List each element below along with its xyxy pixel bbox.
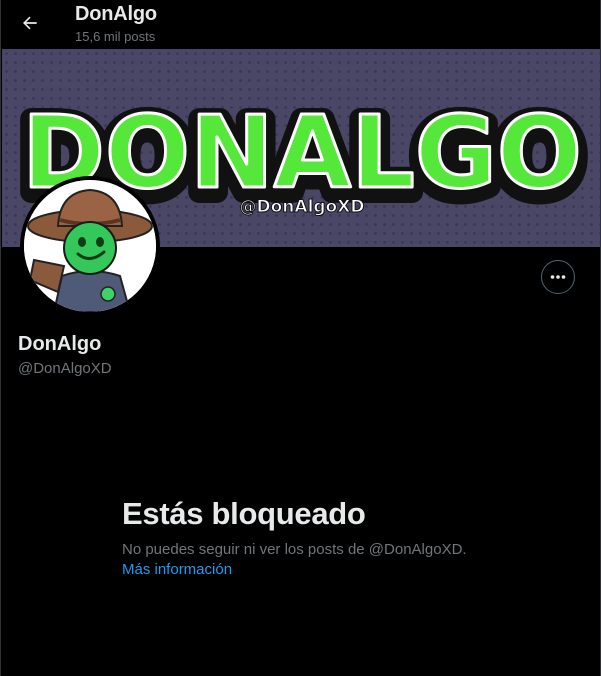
- more-info-link[interactable]: Más información: [122, 561, 232, 578]
- more-horizontal-icon: [550, 275, 566, 279]
- post-count: 15,6 mil posts: [75, 29, 156, 44]
- profile-handle: @DonAlgoXD: [18, 360, 112, 377]
- blocked-title: Estás bloqueado: [122, 496, 366, 531]
- banner-handle: @DonAlgoXD: [240, 197, 365, 217]
- top-bar: DonAlgo 15,6 mil posts: [1, 0, 600, 48]
- blocked-message: No puedes seguir ni ver los posts de @Do…: [122, 541, 467, 558]
- more-options-button[interactable]: [541, 260, 575, 294]
- header-title: DonAlgo: [75, 3, 157, 25]
- avatar-illustration: [24, 180, 156, 312]
- avatar[interactable]: [20, 176, 160, 316]
- back-button[interactable]: [13, 6, 47, 40]
- arrow-left-icon: [23, 16, 37, 30]
- profile-display-name: DonAlgo: [18, 333, 102, 355]
- profile-page: DonAlgo 15,6 mil posts DONALGO DONALGO @…: [0, 0, 601, 676]
